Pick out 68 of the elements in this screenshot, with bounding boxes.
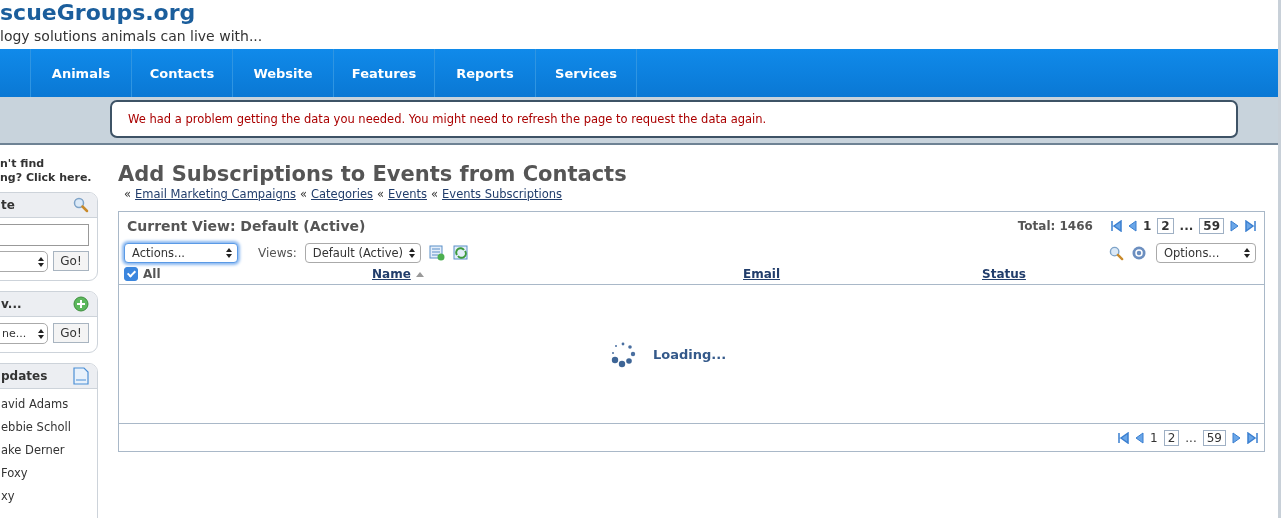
page-number[interactable]: 59 bbox=[1202, 429, 1226, 446]
views-label: Views: bbox=[258, 246, 297, 260]
breadcrumb-link[interactable]: Email Marketing Campaigns bbox=[135, 187, 296, 201]
search-icon[interactable] bbox=[1109, 245, 1124, 261]
page-number[interactable]: 1 bbox=[1150, 430, 1158, 445]
select-all-label: All bbox=[143, 267, 161, 281]
first-page-icon[interactable] bbox=[1110, 220, 1122, 232]
select-arrows-icon bbox=[226, 248, 232, 258]
help-link[interactable]: ng? Click here. bbox=[0, 171, 98, 185]
page-number[interactable]: 59 bbox=[1199, 218, 1224, 234]
actions-select[interactable]: Actions... bbox=[124, 243, 238, 263]
views-select[interactable]: Default (Active) bbox=[304, 243, 421, 263]
help-icon[interactable] bbox=[1132, 246, 1146, 260]
update-link[interactable]: ake Derner bbox=[1, 439, 97, 462]
first-page-icon[interactable] bbox=[1118, 431, 1129, 444]
document-icon[interactable] bbox=[73, 367, 89, 385]
page-title: Add Subscriptions to Events from Contacts bbox=[118, 161, 628, 187]
add-icon[interactable] bbox=[73, 296, 89, 312]
new-select[interactable]: ne... bbox=[0, 323, 48, 344]
search-select[interactable] bbox=[0, 251, 48, 272]
select-arrows-icon bbox=[38, 328, 44, 339]
breadcrumb-separator: « bbox=[431, 187, 439, 201]
panel-title: v... bbox=[1, 297, 22, 311]
update-link[interactable]: Foxy bbox=[1, 462, 97, 485]
ellipsis: ... bbox=[1179, 219, 1194, 233]
previous-page-icon[interactable] bbox=[1127, 220, 1137, 232]
view-title: Current View: Default (Active) bbox=[127, 218, 366, 234]
page-number[interactable]: 1 bbox=[1142, 219, 1152, 233]
tagline: logy solutions animals can live with... bbox=[0, 27, 264, 46]
update-link[interactable]: ebbie Scholl bbox=[1, 416, 97, 439]
go-button[interactable]: Go! bbox=[53, 251, 89, 271]
last-page-icon[interactable] bbox=[1247, 431, 1258, 444]
update-link[interactable]: xy bbox=[1, 485, 97, 508]
breadcrumb-link[interactable]: Categories bbox=[311, 187, 374, 201]
breadcrumb-separator: « bbox=[124, 187, 132, 201]
panel-title: pdates bbox=[1, 369, 48, 383]
page-number[interactable]: 2 bbox=[1163, 429, 1180, 446]
column-header[interactable]: Email bbox=[743, 267, 781, 281]
next-page-icon[interactable] bbox=[1232, 431, 1241, 444]
last-page-icon[interactable] bbox=[1245, 220, 1256, 232]
site-logo[interactable]: scueGroups.org bbox=[0, 0, 196, 26]
loading-text: Loading... bbox=[653, 346, 727, 362]
panel-title: te bbox=[1, 198, 15, 212]
spinner-icon bbox=[609, 340, 637, 368]
help-link[interactable]: n't find bbox=[0, 157, 98, 171]
previous-page-icon[interactable] bbox=[1135, 431, 1144, 444]
column-header[interactable]: Name bbox=[372, 267, 411, 281]
options-select[interactable]: Options... bbox=[1156, 243, 1256, 263]
breadcrumb-link[interactable]: Events Subscriptions bbox=[442, 187, 563, 201]
breadcrumb-separator: « bbox=[377, 187, 385, 201]
go-button[interactable]: Go! bbox=[53, 323, 89, 343]
column-header[interactable]: Status bbox=[982, 267, 1026, 281]
update-link[interactable]: avid Adams bbox=[1, 393, 97, 416]
search-field[interactable] bbox=[0, 224, 89, 246]
next-page-icon[interactable] bbox=[1230, 220, 1239, 232]
select-arrows-icon bbox=[409, 248, 415, 258]
page-number[interactable]: 2 bbox=[1157, 218, 1174, 234]
search-icon[interactable] bbox=[73, 197, 89, 213]
total-count: Total: 1466 bbox=[1017, 219, 1093, 233]
breadcrumb-separator: « bbox=[300, 187, 308, 201]
breadcrumb-link[interactable]: Events bbox=[388, 187, 427, 201]
select-all-checkbox[interactable] bbox=[124, 267, 138, 281]
error-message: We had a problem getting the data you needed. You might need to refresh the page to request the data again. bbox=[110, 100, 1238, 138]
select-arrows-icon bbox=[1244, 248, 1250, 258]
select-arrows-icon bbox=[38, 256, 44, 267]
refresh-view-icon[interactable] bbox=[453, 245, 469, 261]
add-view-icon[interactable] bbox=[429, 245, 445, 261]
ellipsis: ... bbox=[1185, 430, 1197, 445]
